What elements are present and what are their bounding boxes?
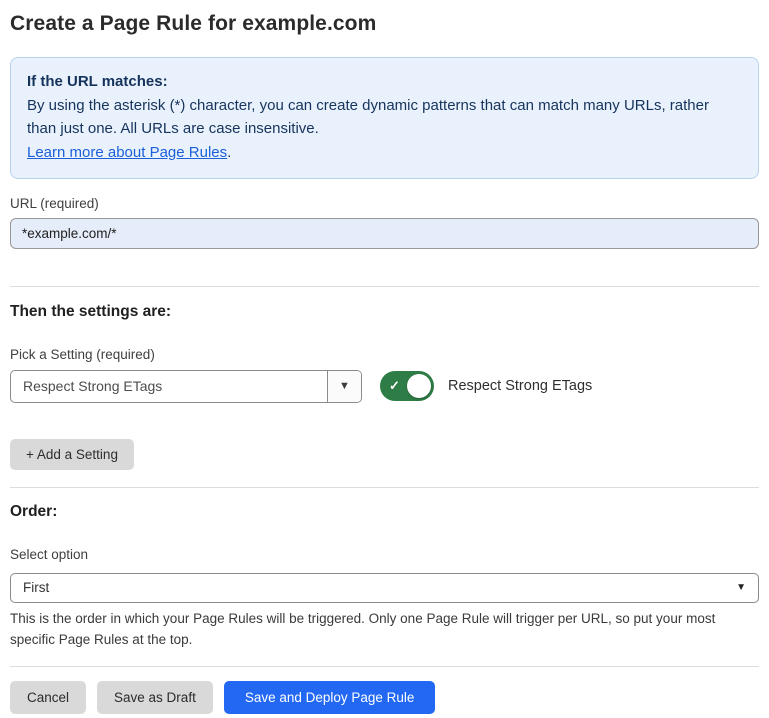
order-select-label: Select option xyxy=(10,547,759,562)
divider xyxy=(10,286,759,287)
toggle-label: Respect Strong ETags xyxy=(448,378,592,394)
add-setting-button[interactable]: + Add a Setting xyxy=(10,439,134,470)
order-select-value: First xyxy=(23,580,49,595)
link-suffix: . xyxy=(227,144,231,161)
chevron-down-icon: ▼ xyxy=(736,582,746,593)
setting-row: Respect Strong ETags ▼ ✓ Respect Strong … xyxy=(10,370,759,403)
check-icon: ✓ xyxy=(389,378,400,394)
page-title: Create a Page Rule for example.com xyxy=(10,12,759,36)
url-match-info-box: If the URL matches: By using the asteris… xyxy=(10,57,759,179)
setting-toggle[interactable]: ✓ xyxy=(380,371,434,401)
save-draft-button[interactable]: Save as Draft xyxy=(97,681,213,714)
info-box-body: By using the asterisk (*) character, you… xyxy=(27,94,742,141)
divider xyxy=(10,487,759,488)
dropdown-arrow-icon[interactable]: ▼ xyxy=(327,371,361,402)
settings-section-heading: Then the settings are: xyxy=(10,303,759,321)
save-deploy-button[interactable]: Save and Deploy Page Rule xyxy=(224,681,436,714)
pick-setting-label: Pick a Setting (required) xyxy=(10,347,759,362)
setting-dropdown[interactable]: Respect Strong ETags ▼ xyxy=(10,370,362,403)
order-help-text: This is the order in which your Page Rul… xyxy=(10,608,759,650)
url-field-label: URL (required) xyxy=(10,196,759,211)
order-section-heading: Order: xyxy=(10,503,759,521)
toggle-knob xyxy=(407,374,431,398)
actions-row: Cancel Save as Draft Save and Deploy Pag… xyxy=(10,681,759,714)
cancel-button[interactable]: Cancel xyxy=(10,681,86,714)
divider xyxy=(10,666,759,667)
learn-more-link[interactable]: Learn more about Page Rules xyxy=(27,144,227,161)
url-input[interactable] xyxy=(10,218,759,249)
info-box-heading: If the URL matches: xyxy=(27,70,742,94)
order-select[interactable]: First ▼ xyxy=(10,573,759,603)
setting-dropdown-value: Respect Strong ETags xyxy=(11,371,327,402)
info-box-link-line: Learn more about Page Rules. xyxy=(27,141,742,165)
